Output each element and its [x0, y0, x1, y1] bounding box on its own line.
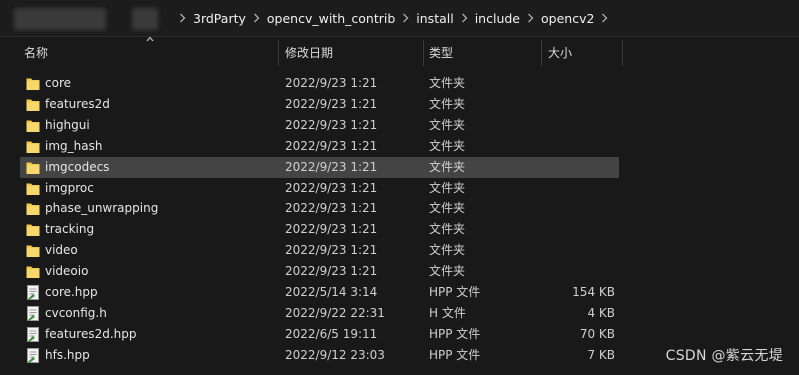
- folder-icon: [26, 160, 40, 175]
- folder-row[interactable]: features2d 2022/9/23 1:21 文件夹: [20, 94, 619, 115]
- item-modified-date: 2022/9/23 1:21: [285, 180, 378, 195]
- chevron-right-icon[interactable]: [251, 13, 262, 23]
- breadcrumb-item[interactable]: include: [470, 11, 525, 26]
- item-size: 70 KB: [579, 326, 615, 341]
- item-modified-date: 2022/9/23 1:21: [285, 201, 378, 216]
- item-name: video: [45, 243, 78, 258]
- item-type: H 文件: [429, 305, 466, 320]
- item-type: 文件夹: [429, 117, 466, 132]
- folder-icon: [26, 201, 40, 216]
- folder-row[interactable]: videoio 2022/9/23 1:21 文件夹: [20, 261, 619, 282]
- column-divider[interactable]: [622, 40, 623, 66]
- item-name: cvconfig.h: [45, 305, 107, 320]
- item-name: videoio: [45, 264, 89, 279]
- column-divider[interactable]: [541, 40, 542, 66]
- item-type: 文件夹: [429, 201, 466, 216]
- folder-row[interactable]: phase_unwrapping 2022/9/23 1:21 文件夹: [20, 198, 619, 219]
- column-type-header[interactable]: 类型: [424, 40, 539, 66]
- item-type: 文件夹: [429, 138, 466, 153]
- file-icon: [26, 285, 40, 300]
- column-size-header[interactable]: 大小: [543, 40, 618, 66]
- breadcrumb: 3rdParty opencv_with_contrib install includ…: [177, 0, 610, 36]
- item-modified-date: 2022/9/23 1:21: [285, 243, 378, 258]
- item-modified-date: 2022/9/23 1:21: [285, 96, 378, 111]
- folder-icon: [26, 139, 40, 154]
- item-modified-date: 2022/9/23 1:21: [285, 159, 378, 174]
- item-name: core.hpp: [45, 285, 98, 299]
- item-modified-date: 2022/9/23 1:21: [285, 264, 378, 279]
- folder-icon: [26, 222, 40, 237]
- item-type: 文件夹: [429, 159, 466, 174]
- blurred-region: [14, 8, 106, 30]
- item-name: phase_unwrapping: [45, 201, 159, 216]
- file-row[interactable]: core.hpp 2022/5/14 3:14 HPP 文件 154 KB: [20, 282, 619, 303]
- column-name-header[interactable]: 名称: [19, 40, 276, 66]
- item-modified-date: 2022/9/23 1:21: [285, 117, 378, 132]
- item-type: 文件夹: [429, 243, 466, 258]
- folder-row[interactable]: tracking 2022/9/23 1:21 文件夹: [20, 219, 619, 240]
- item-name: tracking: [45, 222, 95, 237]
- breadcrumb-item[interactable]: opencv_with_contrib: [262, 11, 400, 26]
- chevron-right-icon[interactable]: [459, 13, 470, 23]
- item-name: highgui: [45, 117, 90, 132]
- breadcrumb-item[interactable]: install: [411, 11, 458, 26]
- file-row[interactable]: cvconfig.h 2022/9/22 22:31 H 文件 4 KB: [20, 303, 619, 324]
- folder-icon: [26, 118, 40, 133]
- chevron-right-icon[interactable]: [599, 13, 610, 23]
- column-date-header[interactable]: 修改日期: [280, 40, 423, 66]
- item-name: imgproc: [45, 180, 94, 195]
- item-size: 7 KB: [587, 347, 615, 362]
- item-modified-date: 2022/9/23 1:21: [285, 222, 378, 237]
- item-name: imgcodecs: [45, 159, 110, 174]
- item-type: HPP 文件: [429, 326, 481, 341]
- item-name: img_hash: [45, 138, 103, 153]
- blurred-region: [132, 8, 158, 30]
- folder-row[interactable]: imgproc 2022/9/23 1:21 文件夹: [20, 178, 619, 199]
- item-name: features2d: [45, 96, 110, 111]
- folder-row[interactable]: core 2022/9/23 1:21 文件夹: [20, 73, 619, 94]
- column-divider[interactable]: [278, 40, 279, 66]
- folder-row[interactable]: highgui 2022/9/23 1:21 文件夹: [20, 115, 619, 136]
- file-row[interactable]: features2d.hpp 2022/6/5 19:11 HPP 文件 70 KB: [20, 324, 619, 345]
- item-size: 4 KB: [587, 305, 615, 320]
- item-modified-date: 2022/9/22 22:31: [285, 305, 385, 320]
- item-modified-date: 2022/5/14 3:14: [285, 285, 378, 299]
- file-icon: [26, 326, 40, 342]
- folder-row[interactable]: video 2022/9/23 1:21 文件夹: [20, 240, 619, 261]
- item-type: HPP 文件: [429, 285, 481, 299]
- item-type: 文件夹: [429, 222, 466, 237]
- item-modified-date: 2022/9/23 1:21: [285, 76, 378, 90]
- item-modified-date: 2022/9/23 1:21: [285, 138, 378, 153]
- chevron-right-icon[interactable]: [400, 13, 411, 23]
- folder-icon: [26, 97, 40, 112]
- item-name: features2d.hpp: [45, 326, 137, 341]
- item-size: 154 KB: [572, 285, 615, 299]
- breadcrumb-item[interactable]: opencv2: [536, 11, 599, 26]
- chevron-right-icon[interactable]: [177, 13, 188, 23]
- folder-row[interactable]: imgcodecs 2022/9/23 1:21 文件夹: [20, 156, 619, 178]
- item-modified-date: 2022/9/12 23:03: [285, 347, 385, 362]
- sort-ascending-icon: [146, 36, 154, 42]
- address-bar[interactable]: 3rdParty opencv_with_contrib install includ…: [0, 0, 799, 37]
- item-type: 文件夹: [429, 180, 466, 195]
- breadcrumb-item[interactable]: 3rdParty: [188, 11, 251, 26]
- file-icon: [26, 347, 40, 363]
- folder-icon: [26, 243, 40, 258]
- folder-icon: [26, 264, 40, 279]
- item-name: hfs.hpp: [45, 347, 90, 362]
- chevron-right-icon[interactable]: [525, 13, 536, 23]
- item-type: 文件夹: [429, 264, 466, 279]
- folder-icon: [26, 181, 40, 196]
- file-icon: [26, 305, 40, 321]
- column-header: 名称 修改日期 类型 大小: [0, 40, 799, 66]
- folder-icon: [26, 76, 40, 91]
- watermark: CSDN @紫云无堤: [665, 348, 783, 364]
- item-type: 文件夹: [429, 96, 466, 111]
- item-modified-date: 2022/6/5 19:11: [285, 326, 378, 341]
- item-name: core: [45, 76, 71, 90]
- item-type: HPP 文件: [429, 347, 481, 362]
- folder-row[interactable]: img_hash 2022/9/23 1:21 文件夹: [20, 136, 619, 157]
- item-type: 文件夹: [429, 76, 466, 90]
- file-row[interactable]: hfs.hpp 2022/9/12 23:03 HPP 文件 7 KB: [20, 345, 619, 366]
